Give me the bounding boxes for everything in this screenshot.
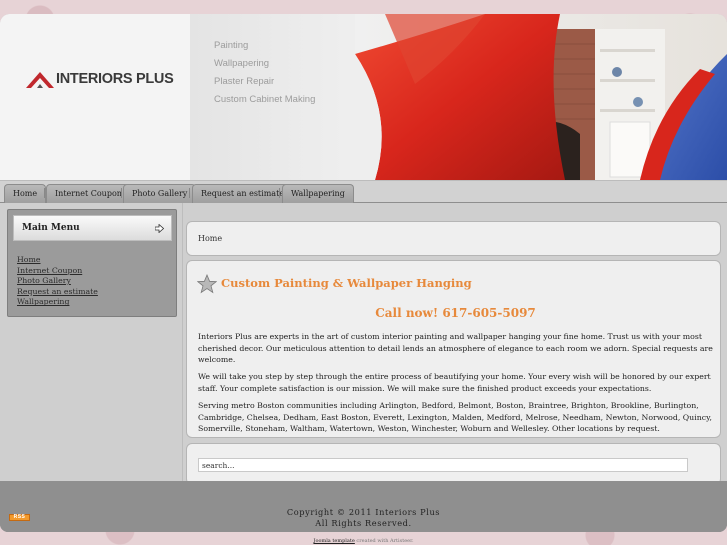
- list-item: Request an estimate: [17, 284, 98, 296]
- tab-separator: [189, 188, 190, 198]
- main-menu-header: Main Menu: [13, 215, 172, 241]
- article-title: Custom Painting & Wallpaper Hanging: [221, 276, 472, 290]
- header-photo: [355, 14, 727, 180]
- main-nav-tabs: Home Internet Coupon Photo Gallery Reque…: [0, 180, 727, 203]
- article-body: Interiors Plus are experts in the art of…: [198, 331, 716, 440]
- service-item: Plaster Repair: [214, 76, 275, 87]
- content-area: Main Menu Home Internet Coupon Photo Gal…: [0, 203, 727, 485]
- sidebar-item-wallpapering[interactable]: Wallpapering: [17, 297, 69, 306]
- breadcrumb-home: Home: [198, 234, 223, 243]
- tab-wallpapering[interactable]: Wallpapering: [282, 184, 354, 203]
- site-footer: RSS Copyright © 2011 Interiors Plus All …: [0, 481, 727, 532]
- page-frame: INTERIORS PLUS Painting Wallpapering Pla…: [0, 14, 727, 532]
- credit-text: created with Artisteer.: [354, 538, 414, 544]
- article-paragraph: Interiors Plus are experts in the art of…: [198, 332, 713, 365]
- arrow-right-icon: [154, 223, 165, 236]
- tab-separator: [121, 188, 122, 198]
- joomla-template-link[interactable]: Joomla template: [313, 538, 354, 544]
- logo-zone: INTERIORS PLUS: [0, 14, 190, 180]
- list-item: Photo Gallery: [17, 273, 98, 285]
- service-item: Wallpapering: [214, 58, 270, 69]
- template-credit: Joomla template created with Artisteer.: [0, 538, 727, 544]
- list-item: Internet Coupon: [17, 263, 98, 275]
- rights-line: All Rights Reserved.: [315, 518, 412, 529]
- call-now-phone: Call now! 617-605-5097: [375, 306, 536, 320]
- services-list: Painting Wallpapering Plaster Repair Cus…: [214, 40, 315, 112]
- tab-request-estimate[interactable]: Request an estimate: [192, 184, 294, 203]
- search-input[interactable]: [198, 458, 688, 472]
- service-item: Painting: [214, 40, 249, 51]
- service-item: Custom Cabinet Making: [214, 94, 316, 105]
- copyright-line: Copyright © 2011 Interiors Plus: [286, 507, 441, 517]
- site-header: INTERIORS PLUS Painting Wallpapering Pla…: [0, 14, 727, 180]
- column-divider: [182, 203, 183, 481]
- tab-separator: [44, 188, 45, 198]
- main-menu-title: Main Menu: [22, 223, 80, 233]
- breadcrumb: Home: [186, 221, 721, 256]
- sidebar-main-menu: Main Menu Home Internet Coupon Photo Gal…: [7, 209, 177, 317]
- roof-logo-icon: [26, 70, 54, 88]
- copyright-text: Copyright © 2011 Interiors Plus All Righ…: [0, 507, 727, 530]
- main-menu-list: Home Internet Coupon Photo Gallery Reque…: [17, 252, 98, 306]
- star-icon: [196, 273, 218, 298]
- tab-photo-gallery[interactable]: Photo Gallery: [123, 184, 197, 203]
- site-logo[interactable]: INTERIORS PLUS: [26, 70, 174, 88]
- list-item: Home: [17, 252, 98, 264]
- article-paragraph: We will take you step by step through th…: [198, 372, 711, 393]
- article-paragraph: Serving metro Boston communities includi…: [198, 400, 712, 434]
- tab-home[interactable]: Home: [4, 184, 47, 203]
- tab-separator: [279, 188, 280, 198]
- tab-internet-coupon[interactable]: Internet Coupon: [46, 184, 131, 203]
- logo-text: INTERIORS PLUS: [56, 71, 174, 87]
- article-panel: Custom Painting & Wallpaper Hanging Call…: [186, 260, 721, 438]
- search-panel: [186, 443, 721, 485]
